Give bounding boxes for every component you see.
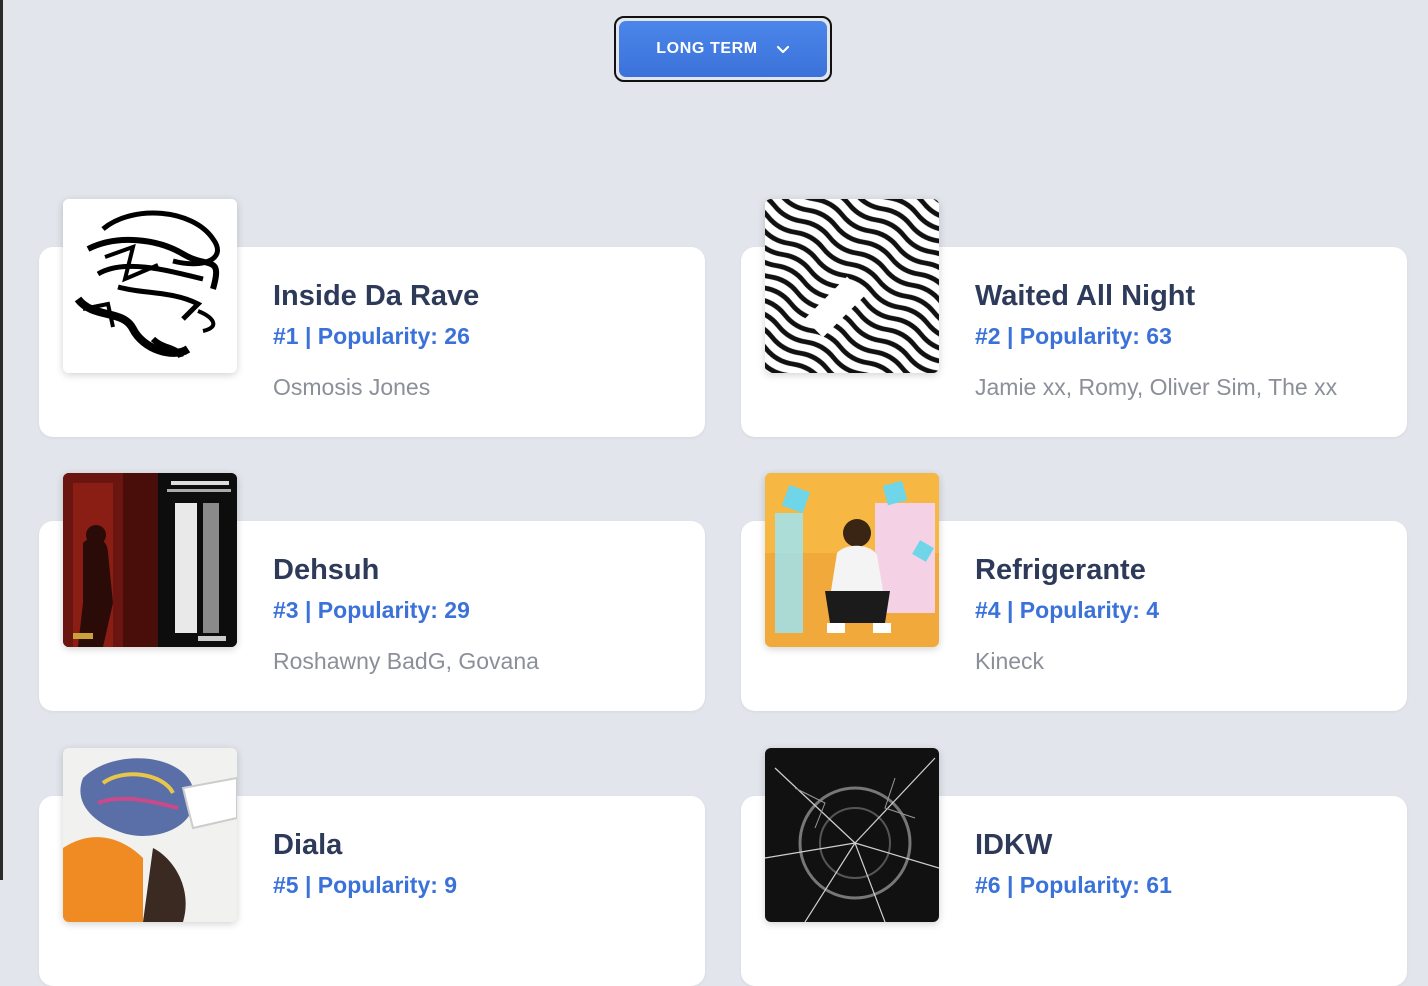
track-rank-popularity: #2 | Popularity: 63: [975, 323, 1172, 349]
track-artists: Jamie xx, Romy, Oliver Sim, The xx: [975, 374, 1338, 400]
track-artists: Kineck: [975, 648, 1045, 674]
track-artists: Roshawny BadG, Govana: [273, 648, 539, 674]
album-art-op-art: [765, 199, 939, 373]
track-rank-popularity: #5 | Popularity: 9: [273, 872, 458, 898]
track-rank-popularity: #6 | Popularity: 61: [975, 872, 1172, 898]
term-selector-label: LONG TERM: [656, 40, 758, 57]
track-title: Inside Da Rave: [273, 280, 480, 312]
track-rank-popularity: #1 | Popularity: 26: [273, 323, 470, 349]
album-art-abstract: [63, 748, 237, 922]
window-left-edge: [0, 0, 3, 880]
track-title: IDKW: [975, 829, 1053, 861]
term-selector-focus-ring: LONG TERM: [614, 16, 832, 82]
track-title: Refrigerante: [975, 554, 1146, 586]
chevron-down-icon: [776, 44, 790, 54]
album-art-red-poster: [63, 473, 237, 647]
track-title: Diala: [273, 829, 343, 861]
album-art-colorful-photo: [765, 473, 939, 647]
album-art-shattered-glass: [765, 748, 939, 922]
track-artists: Osmosis Jones: [273, 374, 431, 400]
track-title: Dehsuh: [273, 554, 380, 586]
album-art-graffiti: [63, 199, 237, 373]
track-title: Waited All Night: [975, 280, 1196, 312]
track-rank-popularity: #3 | Popularity: 29: [273, 597, 470, 623]
term-selector-button[interactable]: LONG TERM: [619, 21, 827, 77]
track-rank-popularity: #4 | Popularity: 4: [975, 597, 1160, 623]
